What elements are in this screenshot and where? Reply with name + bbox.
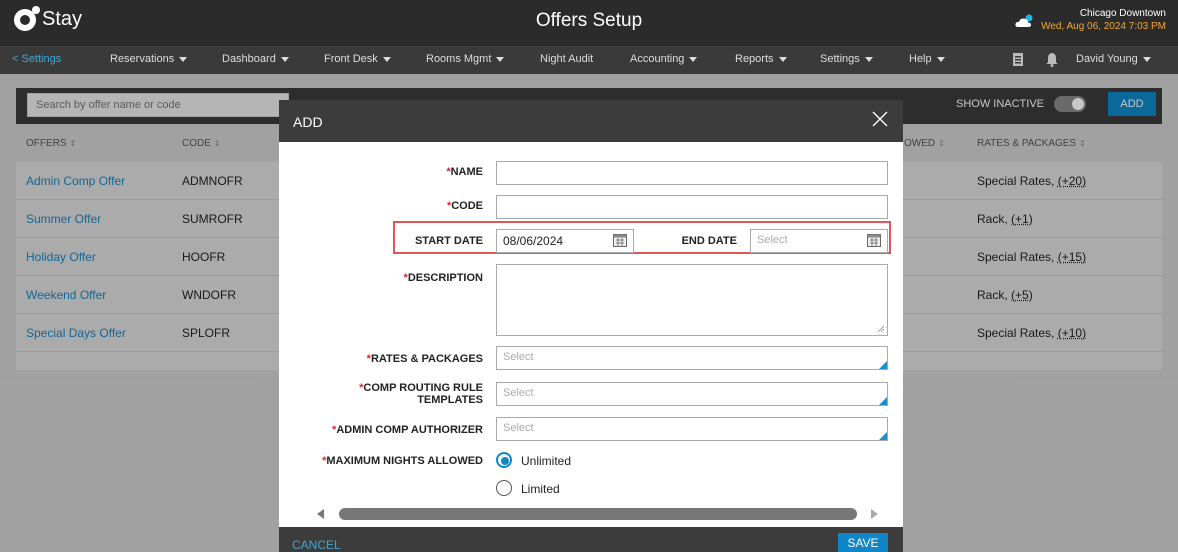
user-name: David Young (1076, 53, 1138, 65)
chevron-down-icon (382, 56, 391, 62)
nav-reports[interactable]: Reports (735, 53, 787, 65)
admin-comp-select[interactable]: Select (496, 417, 888, 441)
top-bar: Stay Offers Setup Chicago Downtown Wed, … (0, 0, 1178, 46)
end-date-placeholder: Select (757, 234, 788, 246)
rates-packages-select[interactable]: Select (496, 346, 888, 370)
select-placeholder: Select (503, 351, 534, 363)
calendar-icon[interactable] (613, 234, 627, 247)
description-label: *DESCRIPTION (279, 272, 483, 284)
description-textarea[interactable] (496, 264, 888, 336)
resize-handle-icon[interactable] (878, 326, 884, 332)
admin-comp-label: *ADMIN COMP AUTHORIZER (279, 424, 483, 436)
nav-settings[interactable]: Settings (820, 53, 873, 65)
name-label: *NAME (279, 166, 483, 178)
dropdown-corner-icon (879, 397, 887, 405)
user-menu[interactable]: David Young (1076, 53, 1151, 65)
chevron-down-icon (496, 56, 505, 62)
comp-routing-select[interactable]: Select (496, 382, 888, 406)
nav-label: Reservations (110, 53, 175, 65)
nav-front-desk[interactable]: Front Desk (324, 53, 391, 65)
report-icon[interactable] (1012, 52, 1024, 67)
chevron-down-icon (280, 56, 289, 62)
nav-reservations[interactable]: Reservations (110, 53, 188, 65)
nav-label: Settings (820, 53, 860, 65)
label-text-2: TEMPLATES (417, 394, 483, 406)
modal-title: ADD (293, 114, 323, 130)
nav-rooms-mgmt[interactable]: Rooms Mgmt (426, 53, 505, 65)
scrollbar-thumb[interactable] (339, 508, 857, 520)
nav-dashboard[interactable]: Dashboard (222, 53, 289, 65)
nav-night-audit[interactable]: Night Audit (540, 53, 593, 65)
nav-accounting[interactable]: Accounting (630, 53, 698, 65)
modal-footer: CANCEL SAVE (279, 527, 903, 552)
label-text: DESCRIPTION (407, 272, 483, 284)
nav-label: Help (909, 53, 932, 65)
chevron-down-icon (689, 56, 698, 62)
location-name: Chicago Downtown (1079, 8, 1166, 19)
label-text: RATES & PACKAGES (370, 353, 483, 365)
select-placeholder: Select (503, 422, 534, 434)
end-date-label: END DATE (681, 235, 737, 247)
save-button[interactable]: SAVE (838, 533, 888, 552)
nav-help[interactable]: Help (909, 53, 945, 65)
nav-back-settings[interactable]: < Settings (12, 53, 61, 65)
start-date-label: START DATE (414, 235, 483, 247)
dropdown-corner-icon (879, 432, 887, 440)
radio-unlimited[interactable] (496, 452, 512, 468)
weather-cloud-icon (1015, 14, 1033, 27)
label-text: CODE (451, 200, 483, 212)
comp-routing-label: *COMP ROUTING RULE TEMPLATES (279, 382, 483, 406)
nav-label: Accounting (630, 53, 685, 65)
location-info: Chicago Downtown Wed, Aug 06, 2024 7:03 … (1041, 7, 1166, 33)
label-text: COMP ROUTING RULE (363, 382, 483, 394)
end-date-input[interactable]: Select (750, 229, 888, 253)
cancel-button[interactable]: CANCEL (292, 538, 341, 552)
location-datetime: Wed, Aug 06, 2024 7:03 PM (1041, 21, 1166, 32)
start-date-value: 08/06/2024 (503, 234, 564, 248)
nav-label: Rooms Mgmt (426, 53, 492, 65)
horizontal-scrollbar[interactable] (311, 507, 881, 521)
radio-unlimited-label: Unlimited (521, 454, 572, 468)
modal-header: ADD (279, 100, 903, 142)
label-text: ADMIN COMP AUTHORIZER (336, 424, 483, 436)
scroll-right-icon[interactable] (871, 509, 878, 519)
code-input[interactable] (496, 195, 888, 219)
radio-limited[interactable] (496, 480, 512, 496)
label-text: MAXIMUM NIGHTS ALLOWED (326, 455, 483, 467)
select-placeholder: Select (503, 387, 534, 399)
chevron-down-icon (936, 56, 945, 62)
name-input[interactable] (496, 161, 888, 185)
bell-icon[interactable] (1046, 52, 1058, 67)
code-label: *CODE (279, 200, 483, 212)
nav-label: Reports (735, 53, 774, 65)
radio-limited-label: Limited (521, 482, 560, 496)
dropdown-corner-icon (879, 361, 887, 369)
chevron-down-icon (179, 56, 188, 62)
add-offer-modal: ADD *NAME *CODE START DATE 08/06/2024 EN… (279, 100, 903, 552)
max-nights-label: *MAXIMUM NIGHTS ALLOWED (279, 455, 483, 467)
chevron-down-icon (1142, 56, 1151, 62)
chevron-down-icon (778, 56, 787, 62)
rates-packages-label: *RATES & PACKAGES (279, 353, 483, 365)
calendar-icon[interactable] (867, 234, 881, 247)
start-date-input[interactable]: 08/06/2024 (496, 229, 634, 253)
main-nav: < Settings Reservations Dashboard Front … (0, 46, 1178, 74)
chevron-down-icon (864, 56, 873, 62)
page-title: Offers Setup (535, 10, 643, 31)
nav-label: Dashboard (222, 53, 276, 65)
modal-body: *NAME *CODE START DATE 08/06/2024 END DA… (279, 142, 903, 527)
scroll-left-icon[interactable] (317, 509, 324, 519)
nav-label: Front Desk (324, 53, 378, 65)
close-icon[interactable] (871, 110, 889, 128)
label-text: NAME (450, 166, 483, 178)
